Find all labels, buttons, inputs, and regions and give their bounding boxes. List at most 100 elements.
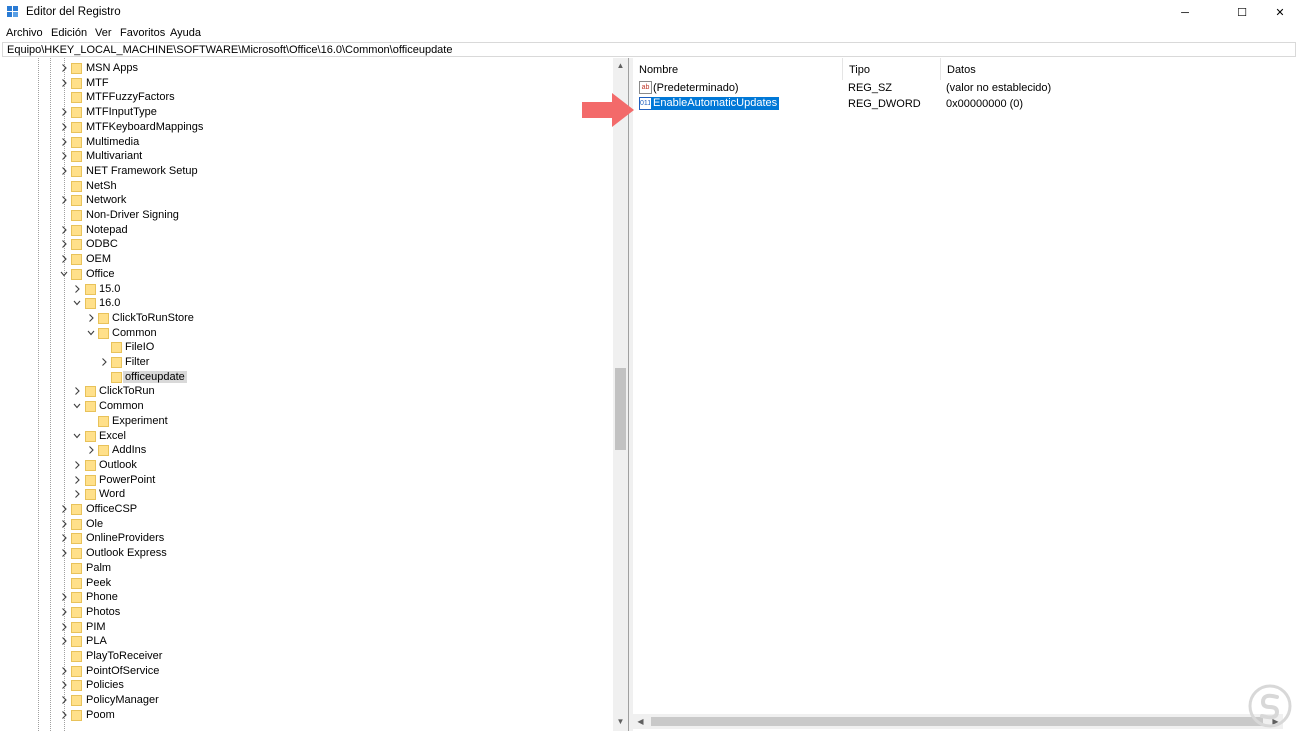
tree-node[interactable]: OnlineProviders — [0, 531, 612, 546]
chevron-right-icon[interactable] — [59, 548, 69, 558]
menu-favoritos[interactable]: Favoritos — [120, 27, 165, 39]
chevron-right-icon[interactable] — [86, 313, 96, 323]
registry-tree[interactable]: MSN Apps MTF MTFFuzzyFactors MTFInputType MT… — [0, 58, 629, 731]
tree-node[interactable]: ODBC — [0, 237, 612, 252]
chevron-right-icon[interactable] — [72, 489, 82, 499]
chevron-right-icon[interactable] — [59, 519, 69, 529]
chevron-right-icon[interactable] — [59, 504, 69, 514]
tree-node[interactable]: ClickToRunStore — [0, 311, 612, 326]
chevron-down-icon[interactable] — [72, 431, 82, 441]
tree-node[interactable]: FileIO — [0, 340, 612, 355]
tree-node[interactable]: Excel — [0, 429, 612, 444]
tree-node[interactable]: MTFKeyboardMappings — [0, 120, 612, 135]
tree-node[interactable]: Poom — [0, 708, 612, 723]
tree-node[interactable]: Photos — [0, 605, 612, 620]
chevron-right-icon[interactable] — [59, 122, 69, 132]
tree-node[interactable]: officeupdate — [0, 370, 612, 385]
tree-node[interactable]: MTF — [0, 76, 612, 91]
tree-node[interactable]: Multimedia — [0, 135, 612, 150]
tree-node[interactable]: Common — [0, 326, 612, 341]
chevron-right-icon[interactable] — [86, 445, 96, 455]
chevron-right-icon[interactable] — [59, 166, 69, 176]
tree-node[interactable]: PowerPoint — [0, 473, 612, 488]
tree-scroll-thumb[interactable] — [615, 368, 626, 450]
scroll-down-arrow-icon[interactable]: ▼ — [613, 714, 628, 729]
tree-node[interactable]: MSN Apps — [0, 61, 612, 76]
chevron-down-icon[interactable] — [59, 269, 69, 279]
chevron-right-icon[interactable] — [59, 695, 69, 705]
tree-node[interactable]: Experiment — [0, 414, 612, 429]
tree-node[interactable]: Non-Driver Signing — [0, 208, 612, 223]
tree-node[interactable]: PlayToReceiver — [0, 649, 612, 664]
tree-node[interactable]: Word — [0, 487, 612, 502]
chevron-right-icon[interactable] — [59, 63, 69, 73]
column-header-datos[interactable]: Datos — [941, 58, 1300, 80]
chevron-down-icon[interactable] — [86, 328, 96, 338]
column-header-tipo[interactable]: Tipo — [843, 58, 941, 80]
chevron-right-icon[interactable] — [59, 622, 69, 632]
tree-node[interactable]: MTFInputType — [0, 105, 612, 120]
tree-node[interactable]: ClickToRun — [0, 384, 612, 399]
tree-node[interactable]: Common — [0, 399, 612, 414]
chevron-right-icon[interactable] — [59, 254, 69, 264]
menu-ayuda[interactable]: Ayuda — [170, 27, 201, 39]
tree-node[interactable]: Office — [0, 267, 612, 282]
chevron-right-icon[interactable] — [59, 151, 69, 161]
chevron-right-icon[interactable] — [59, 666, 69, 676]
tree-node[interactable]: PolicyManager — [0, 693, 612, 708]
chevron-right-icon[interactable] — [59, 607, 69, 617]
minimize-button[interactable]: ─ — [1162, 0, 1208, 25]
tree-node[interactable]: Filter — [0, 355, 612, 370]
tree-node[interactable]: Outlook — [0, 458, 612, 473]
value-row[interactable]: ab (Predeterminado) REG_SZ (valor no est… — [633, 80, 1300, 96]
tree-node[interactable]: MTFFuzzyFactors — [0, 90, 612, 105]
column-header-nombre[interactable]: Nombre — [633, 58, 843, 80]
chevron-right-icon[interactable] — [59, 533, 69, 543]
value-row-selected[interactable]: 011 EnableAutomaticUpdates REG_DWORD 0x0… — [633, 96, 1300, 112]
chevron-down-icon[interactable] — [72, 298, 82, 308]
tree-vertical-scrollbar[interactable]: ▲ ▼ — [613, 58, 628, 731]
scroll-up-arrow-icon[interactable]: ▲ — [613, 58, 628, 73]
chevron-right-icon[interactable] — [72, 284, 82, 294]
chevron-right-icon[interactable] — [59, 592, 69, 602]
chevron-right-icon[interactable] — [72, 386, 82, 396]
chevron-right-icon[interactable] — [59, 225, 69, 235]
chevron-right-icon[interactable] — [72, 475, 82, 485]
tree-node[interactable]: OEM — [0, 252, 612, 267]
menu-archivo[interactable]: Archivo — [6, 27, 43, 39]
tree-node[interactable]: PIM — [0, 620, 612, 635]
tree-node[interactable]: Outlook Express — [0, 546, 612, 561]
tree-node[interactable]: NET Framework Setup — [0, 164, 612, 179]
tree-node[interactable]: AddIns — [0, 443, 612, 458]
chevron-right-icon[interactable] — [59, 636, 69, 646]
scroll-left-arrow-icon[interactable]: ◀ — [633, 714, 648, 729]
tree-node[interactable]: Phone — [0, 590, 612, 605]
tree-node[interactable]: OfficeCSP — [0, 502, 612, 517]
list-scroll-thumb[interactable] — [651, 717, 1263, 726]
list-horizontal-scrollbar[interactable]: ◀ ▶ — [633, 714, 1283, 729]
chevron-down-icon[interactable] — [72, 401, 82, 411]
menu-edicion[interactable]: Edición — [51, 27, 87, 39]
tree-node[interactable]: Palm — [0, 561, 612, 576]
chevron-right-icon[interactable] — [59, 710, 69, 720]
chevron-right-icon[interactable] — [59, 137, 69, 147]
tree-node[interactable]: Notepad — [0, 223, 612, 238]
values-list[interactable]: Nombre Tipo Datos ab (Predeterminado) RE… — [633, 58, 1300, 731]
chevron-right-icon[interactable] — [59, 78, 69, 88]
tree-node[interactable]: NetSh — [0, 179, 612, 194]
tree-node[interactable]: Network — [0, 193, 612, 208]
chevron-right-icon[interactable] — [99, 357, 109, 367]
close-button[interactable]: ✕ — [1257, 0, 1300, 25]
tree-node[interactable]: 15.0 — [0, 282, 612, 297]
tree-node[interactable]: PointOfService — [0, 664, 612, 679]
tree-node[interactable]: Peek — [0, 576, 612, 591]
tree-node[interactable]: Policies — [0, 678, 612, 693]
tree-node[interactable]: Ole — [0, 517, 612, 532]
chevron-right-icon[interactable] — [59, 107, 69, 117]
chevron-right-icon[interactable] — [59, 680, 69, 690]
tree-node[interactable]: 16.0 — [0, 296, 612, 311]
chevron-right-icon[interactable] — [59, 239, 69, 249]
tree-node[interactable]: Multivariant — [0, 149, 612, 164]
chevron-right-icon[interactable] — [72, 460, 82, 470]
tree-node[interactable]: PLA — [0, 634, 612, 649]
